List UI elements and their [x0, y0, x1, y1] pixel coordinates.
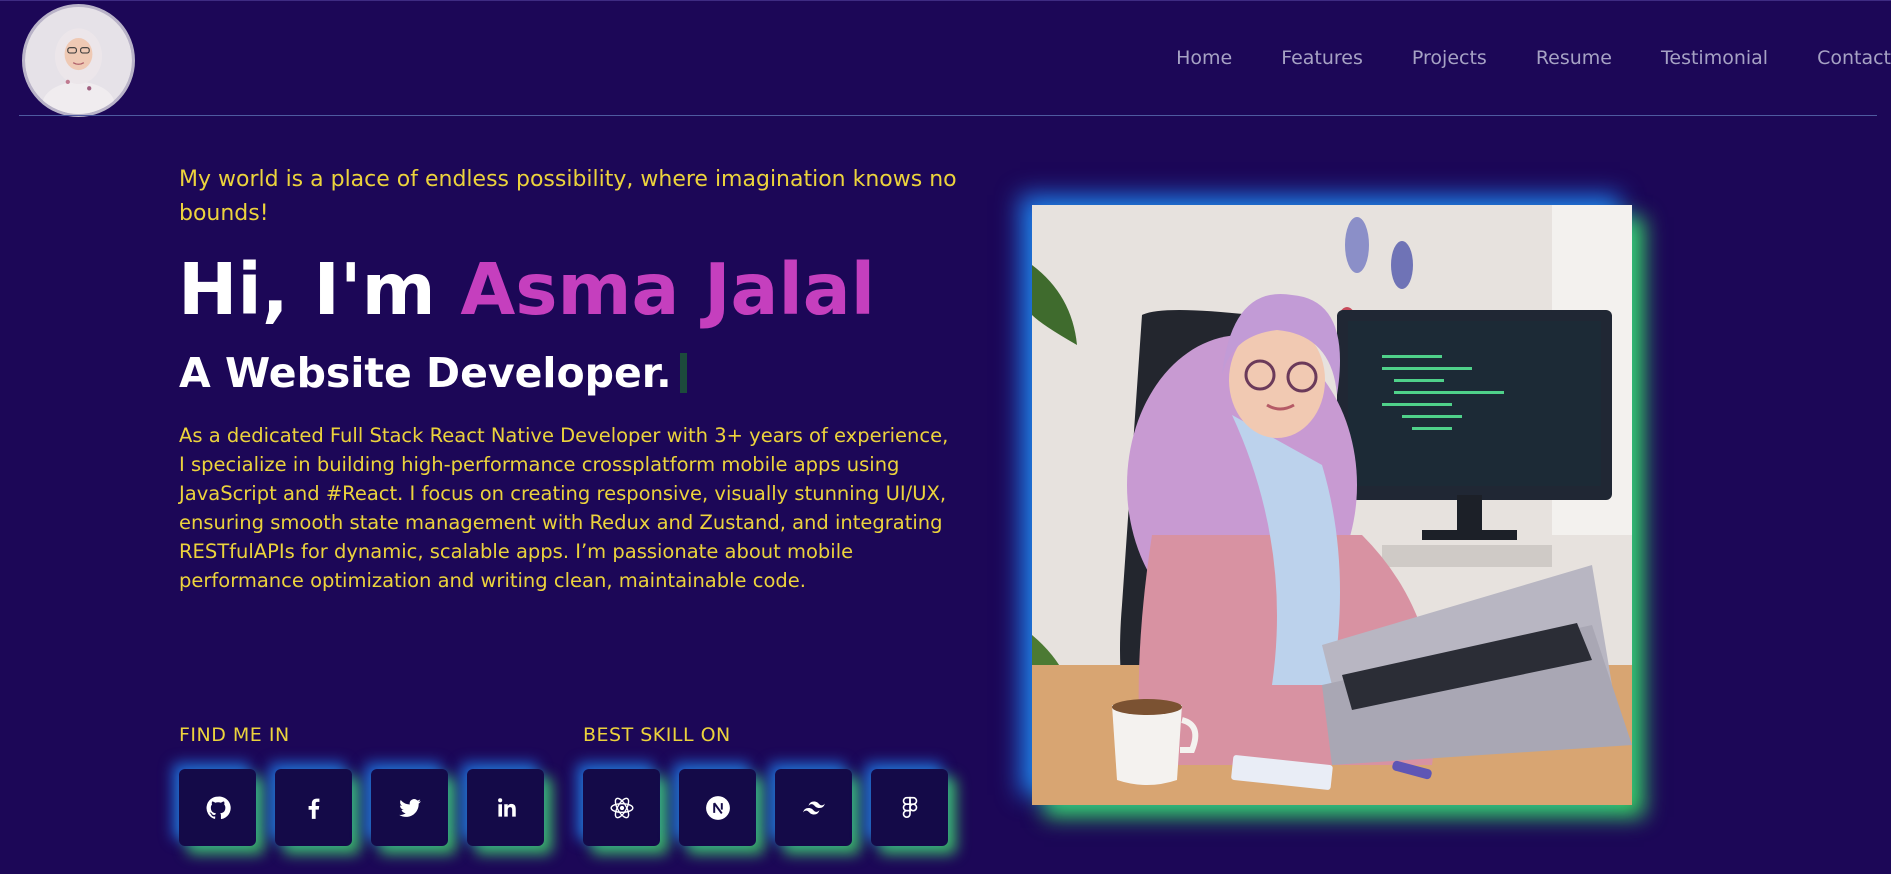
hero-tagline: My world is a place of endless possibili…: [179, 167, 957, 226]
nav-features[interactable]: Features: [1281, 47, 1363, 73]
nav-projects[interactable]: Projects: [1412, 47, 1487, 73]
hero-bio: As a dedicated Full Stack React Native D…: [179, 424, 949, 592]
typing-caret: [679, 353, 687, 393]
skills-label: BEST SKILL ON: [583, 724, 731, 746]
nav-testimonial[interactable]: Testimonial: [1661, 47, 1768, 73]
tailwind-icon: [802, 801, 825, 814]
header-divider: [19, 115, 1877, 116]
hero-name: Asma Jalal: [460, 248, 876, 331]
developer-illustration: [1032, 205, 1632, 805]
linkedin-icon: [497, 797, 516, 817]
figma-skill[interactable]: [871, 769, 948, 846]
hero-role: A Website Developer.: [179, 348, 687, 398]
facebook-link[interactable]: [275, 769, 352, 846]
github-icon: [206, 796, 231, 819]
react-icon: [609, 797, 634, 818]
nav-resume[interactable]: Resume: [1536, 47, 1612, 73]
nav-contact[interactable]: Contact: [1817, 47, 1891, 73]
nextjs-icon: [705, 795, 730, 820]
linkedin-link[interactable]: [467, 769, 544, 846]
social-links: [179, 769, 544, 846]
nextjs-skill[interactable]: [679, 769, 756, 846]
nav-home[interactable]: Home: [1176, 47, 1232, 73]
hero-greeting: Hi, I'm Asma Jalal: [178, 248, 875, 332]
main-nav: Home Features Projects Resume Testimonia…: [1127, 47, 1891, 73]
greeting-prefix: Hi, I'm: [178, 248, 436, 331]
twitter-link[interactable]: [371, 769, 448, 846]
role-text: A Website Developer.: [179, 349, 672, 397]
twitter-icon: [398, 798, 421, 817]
skill-icons: [583, 769, 948, 846]
github-link[interactable]: [179, 769, 256, 846]
find-me-label: FIND ME IN: [179, 724, 290, 746]
react-skill[interactable]: [583, 769, 660, 846]
top-navigation-bar: Home Features Projects Resume Testimonia…: [0, 0, 1891, 117]
tailwind-skill[interactable]: [775, 769, 852, 846]
figma-icon: [902, 796, 917, 818]
hero-photo: [1032, 205, 1632, 805]
avatar[interactable]: [22, 4, 135, 117]
facebook-icon: [308, 798, 319, 819]
